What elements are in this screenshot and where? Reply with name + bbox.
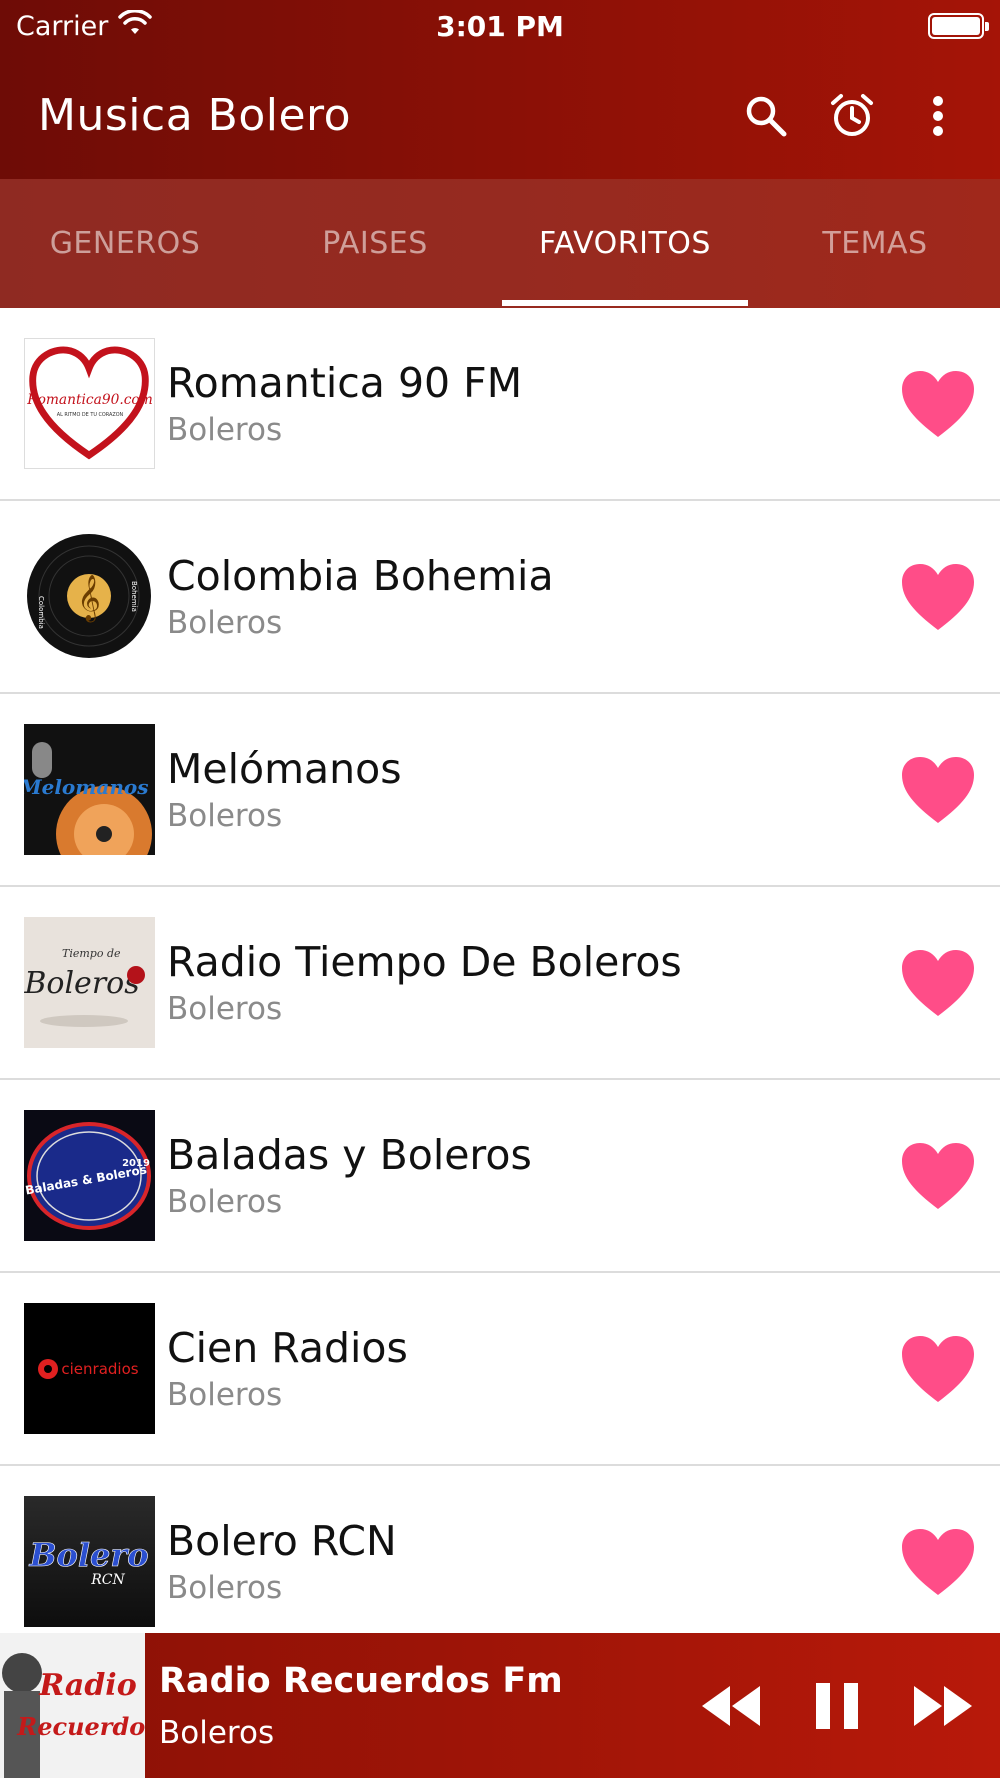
station-text: Baladas y Boleros Boleros [167,1131,1000,1220]
station-genre: Boleros [167,412,283,449]
favorites-list: Romantica90.com AL RITMO DE TU CORAZON R… [0,308,1000,1659]
carrier-label: Carrier [16,10,109,42]
station-genre: Boleros [167,1377,283,1414]
station-name: Radio Tiempo De Boleros [167,937,682,986]
wifi-icon [118,8,153,43]
favorite-heart-icon[interactable] [900,755,976,825]
station-genre: Boleros [167,1184,283,1221]
romantica-logo-subtext: AL RITMO DE TU CORAZON [57,412,124,418]
pause-icon[interactable] [814,1681,860,1731]
favorite-heart-icon[interactable] [900,948,976,1018]
search-icon[interactable] [742,92,790,140]
station-name: Romantica 90 FM [167,358,523,407]
svg-text:𝄞: 𝄞 [77,575,101,623]
station-name: Melómanos [167,744,402,793]
station-row[interactable]: Tiempo de Boleros Radio Tiempo De Bolero… [0,887,1000,1080]
bohemia-logo-text: Colombia [37,596,45,629]
station-name: Cien Radios [167,1323,408,1372]
rcn-logo-text: Bolero [28,1536,148,1574]
station-genre: Boleros [167,605,283,642]
station-row[interactable]: Bolero RCN Bolero RCN Boleros [0,1466,1000,1659]
status-left: Carrier [16,8,153,43]
station-row[interactable]: Romantica90.com AL RITMO DE TU CORAZON R… [0,308,1000,501]
player-logo-text-2: Recuerdos [16,1712,145,1741]
player-artwork: Radio Recuerdos [0,1633,145,1778]
fast-forward-icon[interactable] [912,1684,974,1728]
tiempo-logo-text: Boleros [24,966,140,1001]
station-row[interactable]: cienradios Cien Radios Boleros [0,1273,1000,1466]
app-bar: Musica Bolero [0,52,1000,179]
station-logo: Baladas & Boleros 2019 [24,1110,155,1241]
melomanos-logo-text: Melomanos [24,775,149,799]
station-text: Cien Radios Boleros [167,1324,1000,1413]
rewind-icon[interactable] [700,1684,762,1728]
status-bar: Carrier 3:01 PM [0,0,1000,52]
station-text: Melómanos Boleros [167,745,1000,834]
station-logo: Bolero RCN [24,1496,155,1627]
app-bar-actions [742,92,962,140]
tab-generos[interactable]: GENEROS [0,179,250,308]
app-title: Musica Bolero [38,90,352,141]
station-logo: 𝄞 Colombia Bohemia [24,531,155,662]
tab-favoritos[interactable]: FAVORITOS [500,179,750,308]
station-name: Baladas y Boleros [167,1130,532,1179]
station-text: Romantica 90 FM Boleros [167,359,1000,448]
station-row[interactable]: Melomanos Melómanos Boleros [0,694,1000,887]
station-logo: cienradios [24,1303,155,1434]
station-text: Colombia Bohemia Boleros [167,552,1000,641]
station-genre: Boleros [167,991,283,1028]
station-text: Bolero RCN Boleros [167,1517,1000,1606]
player-controls [700,1681,1000,1731]
battery-fill [932,17,980,35]
battery-icon [928,13,989,39]
favorite-heart-icon[interactable] [900,1527,976,1597]
alarm-icon[interactable] [828,92,876,140]
favorite-heart-icon[interactable] [900,1334,976,1404]
tab-temas[interactable]: TEMAS [750,179,1000,308]
station-genre: Boleros [167,1570,283,1607]
tab-paises[interactable]: PAISES [250,179,500,308]
station-name: Bolero RCN [167,1516,397,1565]
player-subtitle: Boleros [159,1714,275,1751]
player-text: Radio Recuerdos Fm Boleros [159,1661,700,1751]
station-genre: Boleros [167,798,283,835]
favorite-heart-icon[interactable] [900,369,976,439]
station-text: Radio Tiempo De Boleros Boleros [167,938,1000,1027]
tab-bar: GENEROS PAISES FAVORITOS TEMAS [0,179,1000,308]
station-logo: Tiempo de Boleros [24,917,155,1048]
tiempo-logo-subtext: Tiempo de [62,947,121,960]
station-name: Colombia Bohemia [167,551,554,600]
station-logo: Romantica90.com AL RITMO DE TU CORAZON [24,338,155,469]
favorite-heart-icon[interactable] [900,562,976,632]
app-root: Carrier 3:01 PM Musica Bolero GENEROS PA… [0,0,1000,1778]
favorite-heart-icon[interactable] [900,1141,976,1211]
station-logo: Melomanos [24,724,155,855]
mini-player[interactable]: Radio Recuerdos Radio Recuerdos Fm Boler… [0,1633,1000,1778]
station-row[interactable]: Baladas & Boleros 2019 Baladas y Boleros… [0,1080,1000,1273]
rcn-logo-subtext: RCN [90,1572,125,1588]
romantica-logo-text: Romantica90.com [26,392,153,408]
cienradios-logo-text: cienradios [61,1360,138,1378]
bohemia-logo-subtext: Bohemia [130,581,138,612]
top-bar: Carrier 3:01 PM Musica Bolero [0,0,1000,179]
player-logo-text-1: Radio [38,1668,136,1703]
player-title: Radio Recuerdos Fm [159,1660,563,1701]
more-vertical-icon[interactable] [914,92,962,140]
baladas-logo-subtext: 2019 [122,1158,150,1169]
station-row[interactable]: 𝄞 Colombia Bohemia Colombia Bohemia Bole… [0,501,1000,694]
